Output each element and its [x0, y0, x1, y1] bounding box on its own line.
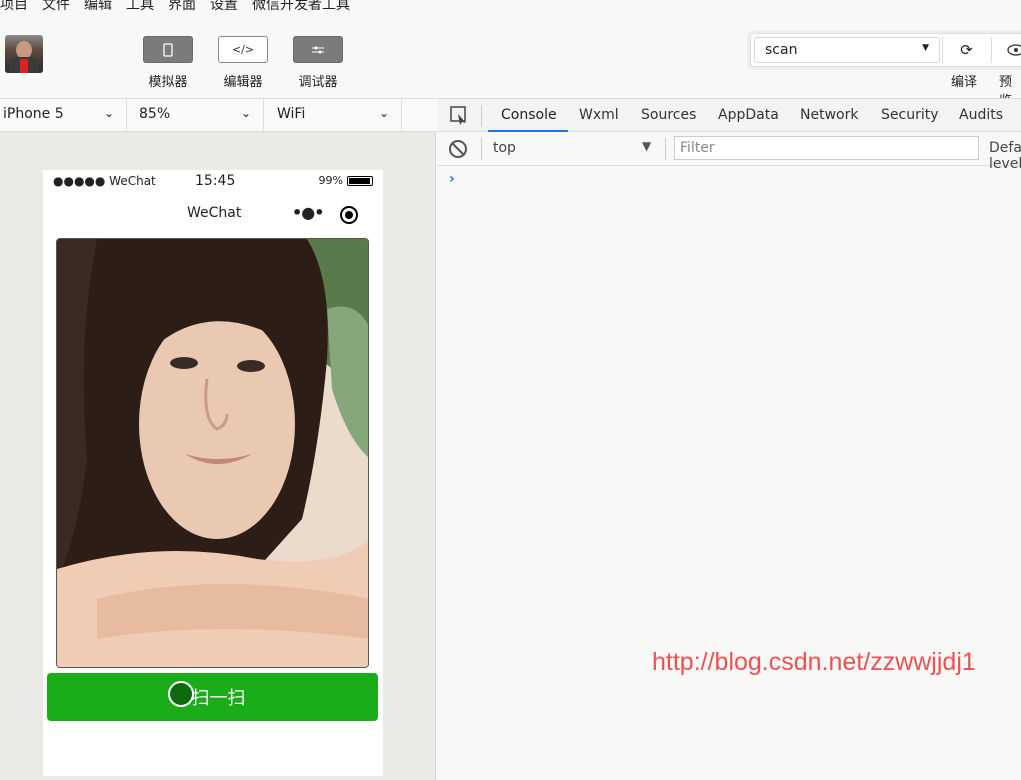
- tab-audits[interactable]: Audits: [959, 107, 1003, 123]
- menu-file[interactable]: 文件: [42, 0, 70, 14]
- compile-mode-select[interactable]: scan ▼: [754, 37, 940, 63]
- simulator-label: 模拟器: [148, 75, 188, 90]
- phone-screen: ●●●●● WeChat 15:45 99% WeChat •●• 扫一扫: [43, 170, 383, 776]
- battery-status: 99%: [319, 174, 373, 187]
- battery-icon: [347, 175, 373, 186]
- editor-label: 编辑器: [223, 75, 263, 90]
- console-prompt[interactable]: ›: [449, 171, 455, 187]
- close-capsule-icon[interactable]: [340, 206, 358, 224]
- chevron-down-icon: ⌄: [240, 106, 251, 120]
- inspect-element-icon[interactable]: [449, 105, 469, 125]
- more-icon[interactable]: •●•: [292, 203, 324, 222]
- nav-bar: WeChat •●•: [43, 202, 383, 226]
- code-icon[interactable]: </>: [218, 36, 268, 63]
- caret-down-icon[interactable]: ▼: [642, 139, 651, 153]
- tab-console[interactable]: Console: [501, 107, 557, 123]
- scan-button[interactable]: 扫一扫: [47, 673, 378, 721]
- status-bar: ●●●●● WeChat 15:45 99%: [53, 173, 378, 190]
- devtools-tabbar: Console Wxml Sources AppData Network Sec…: [437, 98, 1021, 132]
- filter-input[interactable]: Filter: [674, 136, 979, 160]
- portrait-image: [56, 238, 369, 668]
- editor-tool[interactable]: </> 编辑器: [208, 36, 278, 90]
- scan-ring-icon: [168, 681, 194, 707]
- menu-settings[interactable]: 设置: [210, 0, 238, 14]
- tab-security[interactable]: Security: [881, 107, 939, 123]
- clear-console-icon[interactable]: [449, 140, 467, 158]
- chevron-down-icon: ⌄: [378, 106, 389, 120]
- debugger-label: 调试器: [298, 75, 338, 90]
- menu-project[interactable]: 项目: [0, 0, 28, 14]
- simulator-tool[interactable]: 模拟器: [133, 36, 203, 90]
- tab-network[interactable]: Network: [800, 107, 858, 123]
- refresh-icon[interactable]: ⟳: [942, 37, 990, 63]
- tab-wxml[interactable]: Wxml: [579, 107, 619, 123]
- network-select[interactable]: WiFi ⌄: [264, 99, 402, 132]
- menu-tools[interactable]: 工具: [126, 0, 154, 14]
- avatar[interactable]: [5, 35, 43, 73]
- sliders-icon[interactable]: [293, 36, 343, 63]
- signal-carrier: ●●●●● WeChat: [53, 174, 156, 188]
- console-toolbar: top ▼ Filter Default levels: [437, 132, 1021, 172]
- menu-edit[interactable]: 编辑: [84, 0, 112, 14]
- debugger-tool[interactable]: 调试器: [283, 36, 353, 90]
- tab-appdata[interactable]: AppData: [718, 107, 779, 123]
- clock: 15:45: [195, 173, 236, 189]
- tab-sources[interactable]: Sources: [641, 107, 696, 123]
- compile-label[interactable]: 编译: [951, 71, 977, 90]
- main-toolbar: 模拟器 </> 编辑器 调试器 scan ▼ ⟳ 编译 预览: [0, 14, 1021, 109]
- watermark-text: http://blog.csdn.net/zzwwjjdj1: [652, 648, 976, 676]
- eye-icon[interactable]: [991, 37, 1021, 63]
- compile-controls: scan ▼ ⟳: [750, 33, 1021, 67]
- context-select[interactable]: top: [493, 140, 516, 156]
- chevron-down-icon: ⌄: [103, 106, 114, 120]
- phone-icon[interactable]: [143, 36, 193, 63]
- log-levels-select[interactable]: Default levels: [989, 140, 1021, 172]
- device-bar: iPhone 5 ⌄ 85% ⌄ WiFi ⌄: [0, 98, 436, 132]
- caret-down-icon: ▼: [922, 43, 929, 53]
- menu-bar: 项目 文件 编辑 工具 界面 设置 微信开发者工具: [0, 0, 350, 14]
- zoom-select[interactable]: 85% ⌄: [127, 99, 264, 132]
- menu-wechat-devtools[interactable]: 微信开发者工具: [252, 0, 350, 14]
- menu-view[interactable]: 界面: [168, 0, 196, 14]
- device-select[interactable]: iPhone 5 ⌄: [0, 99, 127, 132]
- nav-title: WeChat: [187, 205, 242, 221]
